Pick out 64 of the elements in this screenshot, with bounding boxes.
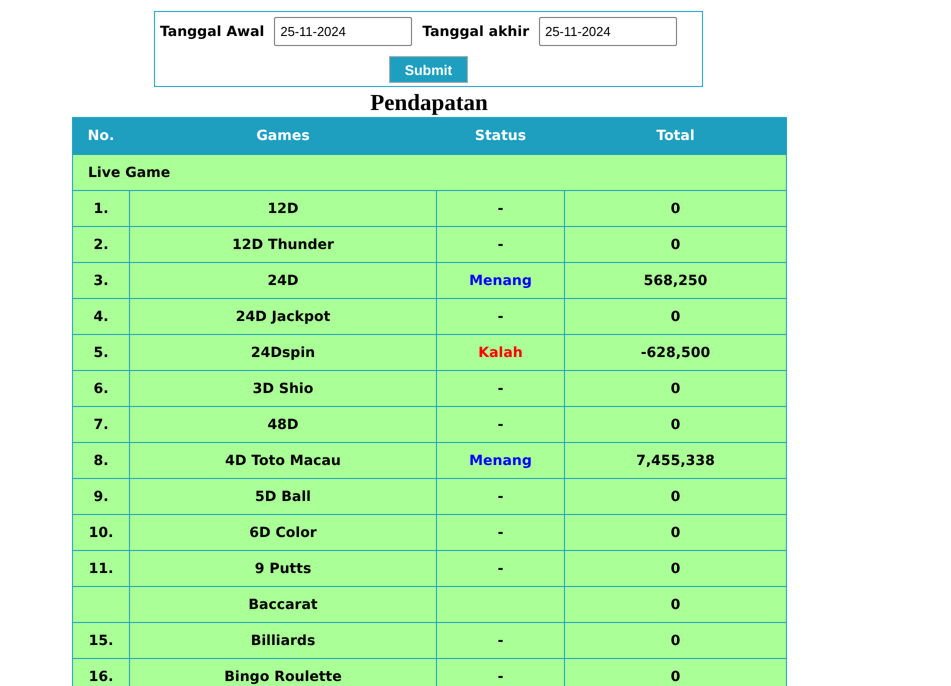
table-cell: 24Dspin — [130, 334, 436, 370]
table-cell: 3. — [72, 262, 130, 298]
table-cell: 7,455,338 — [564, 442, 786, 478]
table-cell: 0 — [564, 370, 786, 406]
table-cell: 10. — [72, 514, 130, 550]
table-cell: 568,250 — [564, 262, 786, 298]
section-row: Live Game — [72, 154, 786, 190]
column-header: No. — [72, 118, 130, 154]
table-cell: 24D Jackpot — [130, 298, 436, 334]
table-cell: - — [436, 370, 564, 406]
table-cell: 5. — [72, 334, 130, 370]
table-cell: 7. — [72, 406, 130, 442]
start-date-label: Tanggal Awal — [160, 24, 264, 40]
table-cell: 48D — [130, 406, 436, 442]
table-cell: 12D Thunder — [130, 226, 436, 262]
table-cell: 0 — [564, 622, 786, 658]
table-cell: 9. — [72, 478, 130, 514]
table-cell: 6. — [72, 370, 130, 406]
table-cell: 0 — [564, 550, 786, 586]
table-cell: - — [436, 298, 564, 334]
table-cell: Baccarat — [130, 586, 436, 622]
table-cell: - — [436, 622, 564, 658]
table-cell: -628,500 — [564, 334, 786, 370]
end-date-label: Tanggal akhir — [422, 24, 530, 40]
table-cell: 0 — [564, 406, 786, 442]
table-cell: Menang — [436, 442, 564, 478]
start-date-field[interactable]: 25-11-2024 — [274, 17, 412, 46]
table-cell: Kalah — [436, 334, 564, 370]
table-cell: - — [436, 190, 564, 226]
table-cell: 4D Toto Macau — [130, 442, 436, 478]
page-title: Pendapatan — [369, 89, 489, 117]
table-cell: 0 — [564, 190, 786, 226]
table-cell: - — [436, 226, 564, 262]
table-cell: - — [436, 550, 564, 586]
table-cell: 0 — [564, 586, 786, 622]
table-cell: Billiards — [130, 622, 436, 658]
table-cell: 2. — [72, 226, 130, 262]
table-cell: 16. — [72, 658, 130, 686]
column-header: Total — [564, 118, 786, 154]
table-cell: 0 — [564, 226, 786, 262]
table-cell: - — [436, 658, 564, 686]
table-cell: 24D — [130, 262, 436, 298]
table-cell: 0 — [564, 658, 786, 686]
table-cell: 11. — [72, 550, 130, 586]
column-header: Games — [130, 118, 436, 154]
table-cell: 0 — [564, 298, 786, 334]
column-header: Status — [436, 118, 564, 154]
end-date-field[interactable]: 25-11-2024 — [539, 17, 678, 46]
table-cell: 12D — [130, 190, 436, 226]
table-cell: 15. — [72, 622, 130, 658]
table-cell: 4. — [72, 298, 130, 334]
table-cell: 0 — [564, 514, 786, 550]
table-cell: 0 — [564, 478, 786, 514]
table-cell: 3D Shio — [130, 370, 436, 406]
table-cell: - — [436, 406, 564, 442]
table-cell: 6D Color — [130, 514, 436, 550]
table-cell: Menang — [436, 262, 564, 298]
table-cell: Bingo Roulette — [130, 658, 436, 686]
table-cell: - — [436, 478, 564, 514]
table-cell: 1. — [72, 190, 130, 226]
table-cell: 5D Ball — [130, 478, 436, 514]
table-cell: 9 Putts — [130, 550, 436, 586]
table-cell: 8. — [72, 442, 130, 478]
table-cell: - — [436, 514, 564, 550]
